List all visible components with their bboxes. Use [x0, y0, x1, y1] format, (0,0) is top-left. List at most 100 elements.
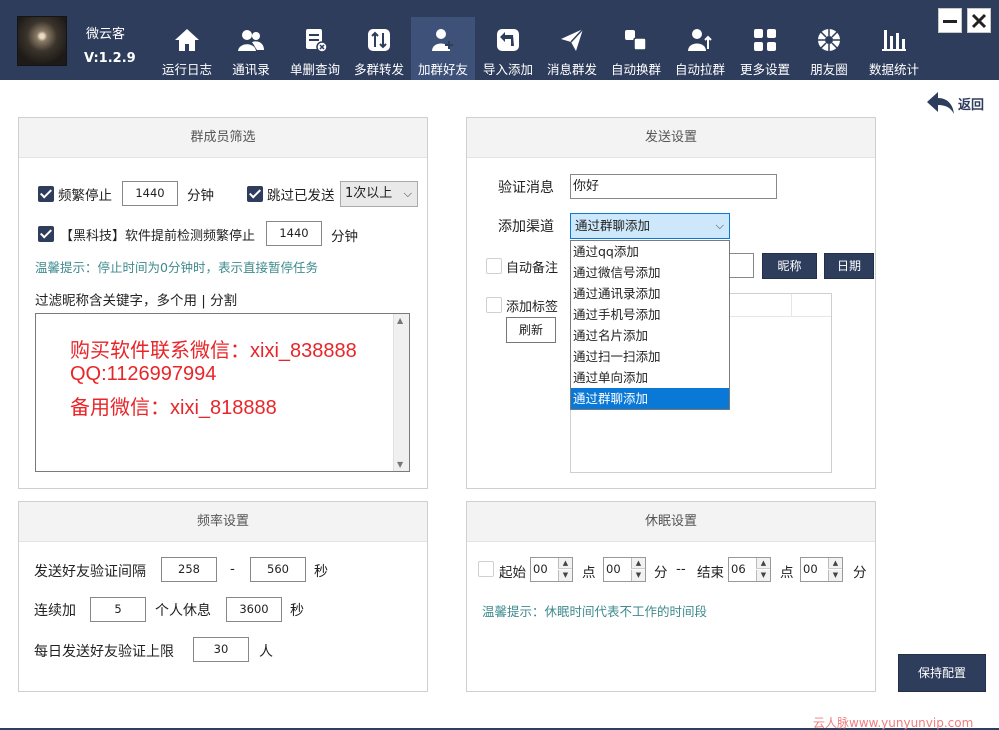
home-icon [175, 29, 199, 51]
channel-option-scan[interactable]: 通过扫一扫添加 [571, 346, 729, 367]
send-icon [561, 28, 584, 51]
start-hour-spinner[interactable]: 00 ▲ ▼ [530, 557, 573, 582]
spinner-up-icon[interactable]: ▲ [828, 558, 842, 569]
keyword-filter-textarea[interactable]: ▲ ▼ 购买软件联系微信：xixi_838888 QQ:1126997994 备… [35, 313, 410, 472]
app-name: 微云客 [86, 27, 126, 42]
scroll-up-icon[interactable]: ▲ [397, 316, 403, 325]
spinner-up-icon[interactable]: ▲ [558, 558, 572, 569]
interval-max-input[interactable]: 560 [250, 557, 306, 582]
grid-icon [754, 29, 776, 51]
nav-auto-pull-group[interactable]: 自动拉群 [670, 17, 730, 80]
chevron-down-icon: ⌵ [403, 187, 412, 200]
daily-limit-unit: 人 [259, 644, 273, 660]
moments-icon [818, 29, 840, 51]
sleep-enable-checkbox[interactable] [478, 561, 494, 577]
nav-mass-message[interactable]: 消息群发 [542, 17, 602, 80]
refresh-button[interactable]: 刷新 [506, 317, 556, 343]
nav-label: 自动换群 [610, 62, 661, 77]
nav-moments[interactable]: 朋友圈 [804, 17, 854, 80]
continuous-input[interactable]: 5 [90, 597, 146, 622]
nav-more-settings[interactable]: 更多设置 [735, 17, 795, 80]
channel-option-oneway[interactable]: 通过单向添加 [571, 367, 729, 388]
detect-freq-input[interactable]: 1440 [266, 221, 322, 246]
rest-input[interactable]: 3600 [226, 597, 282, 622]
remark-input[interactable] [728, 253, 754, 278]
daily-limit-input[interactable]: 30 [193, 637, 249, 662]
hour-unit: 点 [582, 565, 596, 581]
minimize-button[interactable] [938, 8, 962, 33]
keyword-filter-label: 过滤昵称含关键字，多个用 | 分割 [35, 293, 238, 309]
nav-run-log[interactable]: 运行日志 [156, 17, 218, 80]
app-logo [17, 16, 67, 66]
keyword-line: 购买软件联系微信：xixi_838888 [70, 340, 357, 362]
forward-icon [368, 29, 390, 51]
verify-message-input[interactable]: 你好 [570, 174, 777, 199]
nav-import-add[interactable]: 导入添加 [478, 17, 538, 80]
channel-option-wechat-id[interactable]: 通过微信号添加 [571, 262, 729, 283]
detect-freq-checkbox[interactable] [38, 226, 54, 242]
save-config-button[interactable]: 保持配置 [898, 654, 986, 692]
nav-auto-switch-group[interactable]: 自动换群 [606, 17, 666, 80]
add-tag-checkbox[interactable] [486, 297, 502, 313]
channel-option-qq[interactable]: 通过qq添加 [571, 241, 729, 262]
channel-option-phone[interactable]: 通过手机号添加 [571, 304, 729, 325]
detect-freq-label: 【黑科技】软件提前检测频繁停止 [60, 229, 256, 244]
nav-contacts[interactable]: 通讯录 [224, 17, 278, 80]
freq-stop-checkbox[interactable] [38, 186, 54, 202]
back-button[interactable]: 返回 [926, 90, 984, 116]
chevron-down-icon: ⌵ [715, 219, 724, 232]
channel-option-card[interactable]: 通过名片添加 [571, 325, 729, 346]
auto-remark-checkbox[interactable] [486, 258, 502, 274]
switch-group-icon [625, 30, 647, 51]
close-icon [971, 13, 987, 28]
skip-sent-checkbox[interactable] [247, 186, 263, 202]
rate-settings-panel: 频率设置 [18, 501, 428, 692]
skip-sent-label: 跳过已发送 [267, 188, 335, 204]
spinner-up-icon[interactable]: ▲ [631, 558, 645, 569]
sleep-settings-panel: 休眠设置 [466, 501, 876, 692]
scroll-down-icon[interactable]: ▼ [397, 460, 403, 469]
interval-label: 发送好友验证间隔 [34, 564, 146, 580]
nav-label: 运行日志 [161, 62, 212, 77]
nav-multi-forward[interactable]: 多群转发 [349, 17, 409, 80]
add-channel-dropdown[interactable]: 通过qq添加 通过微信号添加 通过通讯录添加 通过手机号添加 通过名片添加 通过… [570, 240, 730, 410]
spinner-down-icon[interactable]: ▼ [631, 570, 645, 581]
channel-option-contacts[interactable]: 通过通讯录添加 [571, 283, 729, 304]
textarea-scrollbar[interactable]: ▲ ▼ [393, 314, 409, 471]
nav-add-group-friends[interactable]: 加群好友 [411, 17, 475, 80]
spinner-down-icon[interactable]: ▼ [756, 570, 770, 581]
import-icon [497, 29, 519, 51]
spinner-up-icon[interactable]: ▲ [756, 558, 770, 569]
panel-title: 发送设置 [467, 118, 875, 158]
add-friend-icon [432, 29, 453, 51]
hour-unit: 点 [780, 565, 794, 581]
nav-statistics[interactable]: 数据统计 [864, 17, 924, 80]
nav-label: 更多设置 [739, 62, 790, 77]
keyword-line: QQ:1126997994 [70, 363, 217, 385]
verify-message-label: 验证消息 [498, 180, 554, 196]
start-minute-spinner[interactable]: 00 ▲ ▼ [603, 557, 646, 582]
start-minute-value: 00 [606, 562, 621, 576]
skip-sent-value: 1次以上 [345, 186, 393, 201]
interval-min-input[interactable]: 258 [161, 557, 217, 582]
spinner-down-icon[interactable]: ▼ [828, 570, 842, 581]
continuous-label: 连续加 [34, 603, 76, 619]
add-channel-select[interactable]: 通过群聊添加 ⌵ [570, 213, 730, 239]
panel-title: 休眠设置 [467, 502, 875, 542]
back-arrow-icon [927, 92, 954, 114]
nav-label: 通讯录 [232, 62, 270, 77]
skip-sent-select[interactable]: 1次以上 ⌵ [340, 181, 418, 207]
end-minute-spinner[interactable]: 00 ▲ ▼ [800, 557, 843, 582]
end-hour-value: 06 [731, 562, 746, 576]
spinner-down-icon[interactable]: ▼ [558, 570, 572, 581]
date-button[interactable]: 日期 [824, 253, 874, 279]
minimize-icon [943, 19, 957, 23]
end-hour-spinner[interactable]: 06 ▲ ▼ [728, 557, 771, 582]
nickname-button[interactable]: 昵称 [762, 253, 817, 279]
nav-single-delete[interactable]: 单删查询 [285, 17, 345, 80]
nav-label: 多群转发 [353, 62, 404, 77]
close-button[interactable] [967, 8, 991, 33]
freq-stop-label: 频繁停止 [58, 188, 112, 204]
channel-option-group-chat[interactable]: 通过群聊添加 [571, 388, 729, 409]
freq-stop-input[interactable]: 1440 [122, 181, 178, 206]
